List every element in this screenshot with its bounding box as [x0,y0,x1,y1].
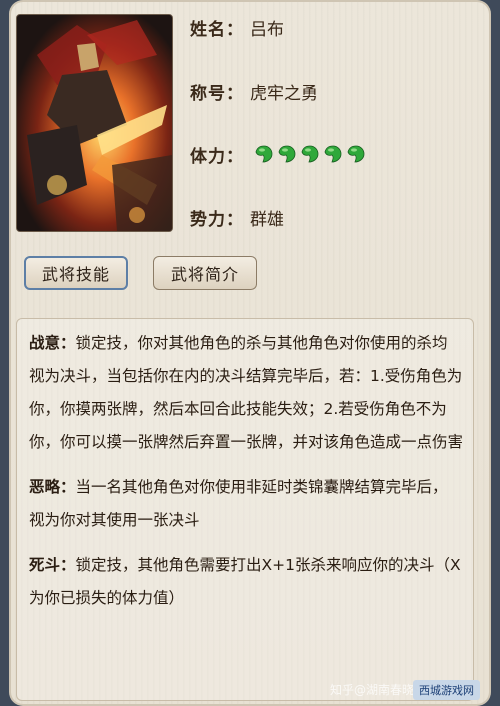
hp-jade-icon [278,145,296,163]
hp-row: 体力： [190,139,369,169]
skill-name: 战意： [29,334,76,352]
hp-indicator [254,144,369,164]
hero-name: 吕布 [250,19,284,40]
skill-item: 死斗：锁定技，其他角色需要打出X+1张杀来响应你的决斗（X为你已损失的体力值） [29,549,463,615]
skill-text: 锁定技，其他角色需要打出X+1张杀来响应你的决斗（X为你已损失的体力值） [29,556,461,607]
hp-jade-icon [255,145,273,163]
title-row: 称号： 虎牢之勇 [190,76,318,106]
hero-title: 虎牢之勇 [250,83,318,104]
skill-name: 恶略： [29,478,76,496]
skill-name: 死斗： [29,556,76,574]
watermark-text: 知乎@湖南春晓 [330,682,415,697]
hp-jade-icon [301,145,319,163]
faction-row: 势力： 群雄 [190,202,284,232]
name-label: 姓名： [190,19,244,40]
tab-hero-skills[interactable]: 武将技能 [24,256,128,290]
site-logo: 西城游戏网 [413,680,480,700]
faction-label: 势力： [190,209,244,230]
hp-label: 体力： [190,146,244,167]
name-row: 姓名： 吕布 [190,12,284,42]
hero-portrait [16,14,173,232]
title-label: 称号： [190,83,244,104]
skill-description-box: 战意：锁定技，你对其他角色的杀与其他角色对你使用的杀均视为决斗，当包括你在内的决… [16,318,474,701]
tab-hero-intro[interactable]: 武将简介 [153,256,257,290]
hp-jade-icon [324,145,342,163]
skill-text: 锁定技，你对其他角色的杀与其他角色对你使用的杀均视为决斗，当包括你在内的决斗结算… [29,334,464,451]
skill-item: 战意：锁定技，你对其他角色的杀与其他角色对你使用的杀均视为决斗，当包括你在内的决… [29,327,463,459]
skill-item: 恶略：当一名其他角色对你使用非延时类锦囊牌结算完毕后，视为你对其使用一张决斗 [29,471,463,537]
hp-jade-icon [347,145,365,163]
hero-faction: 群雄 [250,209,284,230]
skill-text: 当一名其他角色对你使用非延时类锦囊牌结算完毕后，视为你对其使用一张决斗 [29,478,448,529]
